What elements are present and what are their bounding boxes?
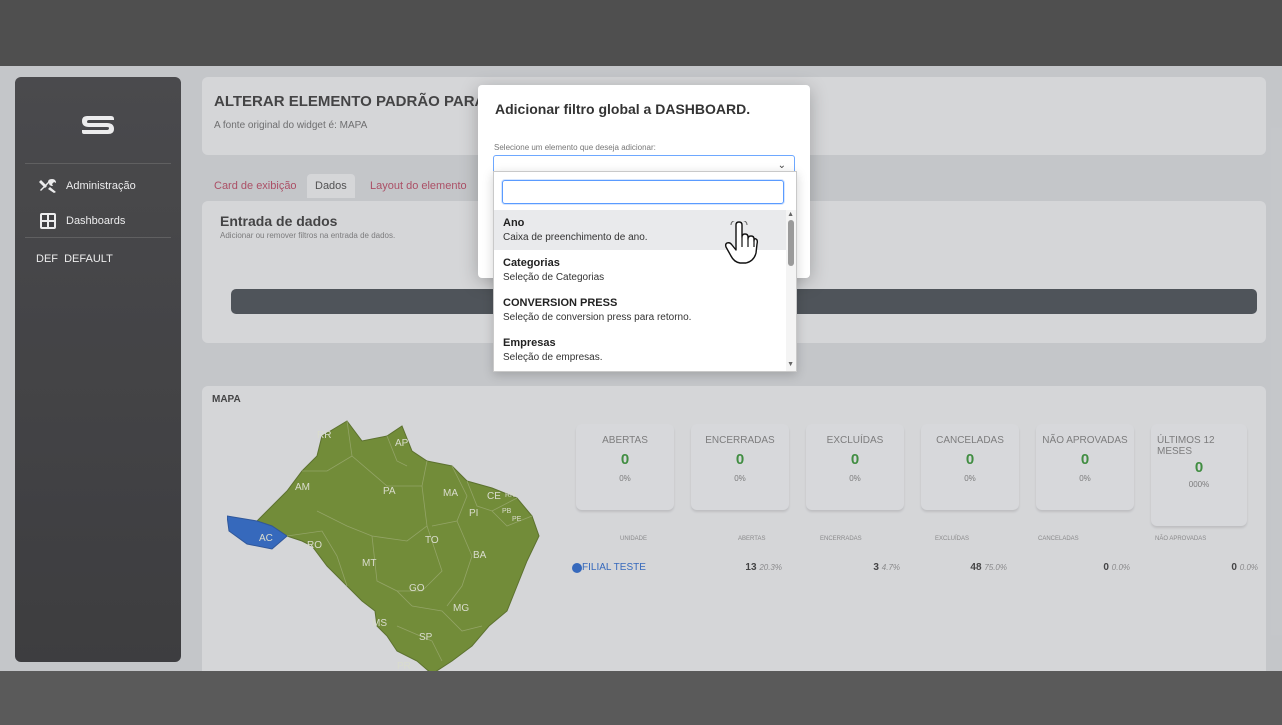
browser-bottom-bar <box>0 671 1282 725</box>
element-dropdown: Ano Caixa de preenchimento de ano. Categ… <box>493 171 797 372</box>
option-description: Seleção de Categorias <box>503 272 605 283</box>
option-title: CONVERSION PRESS <box>503 297 618 309</box>
chevron-down-icon: ⌄ <box>777 160 786 171</box>
option-empresas[interactable]: Empresas Seleção de empresas. <box>494 330 786 370</box>
dropdown-search-input[interactable] <box>502 180 784 204</box>
browser-top-bar <box>0 0 1282 66</box>
select-label: Selecione um elemento que deseja adicion… <box>494 143 656 152</box>
modal-title: Adicionar filtro global a DASHBOARD. <box>495 101 751 117</box>
option-description: Seleção de empresas. <box>503 352 603 363</box>
option-conversion-press[interactable]: CONVERSION PRESS Seleção de conversion p… <box>494 290 786 330</box>
scroll-down-icon[interactable]: ▼ <box>787 361 794 368</box>
option-description: Seleção de conversion press para retorno… <box>503 312 692 323</box>
option-title: Empresas <box>503 337 556 349</box>
hand-pointer-cursor-icon <box>724 221 758 264</box>
scrollbar-thumb[interactable] <box>788 220 794 266</box>
scroll-up-icon[interactable]: ▲ <box>787 211 794 218</box>
